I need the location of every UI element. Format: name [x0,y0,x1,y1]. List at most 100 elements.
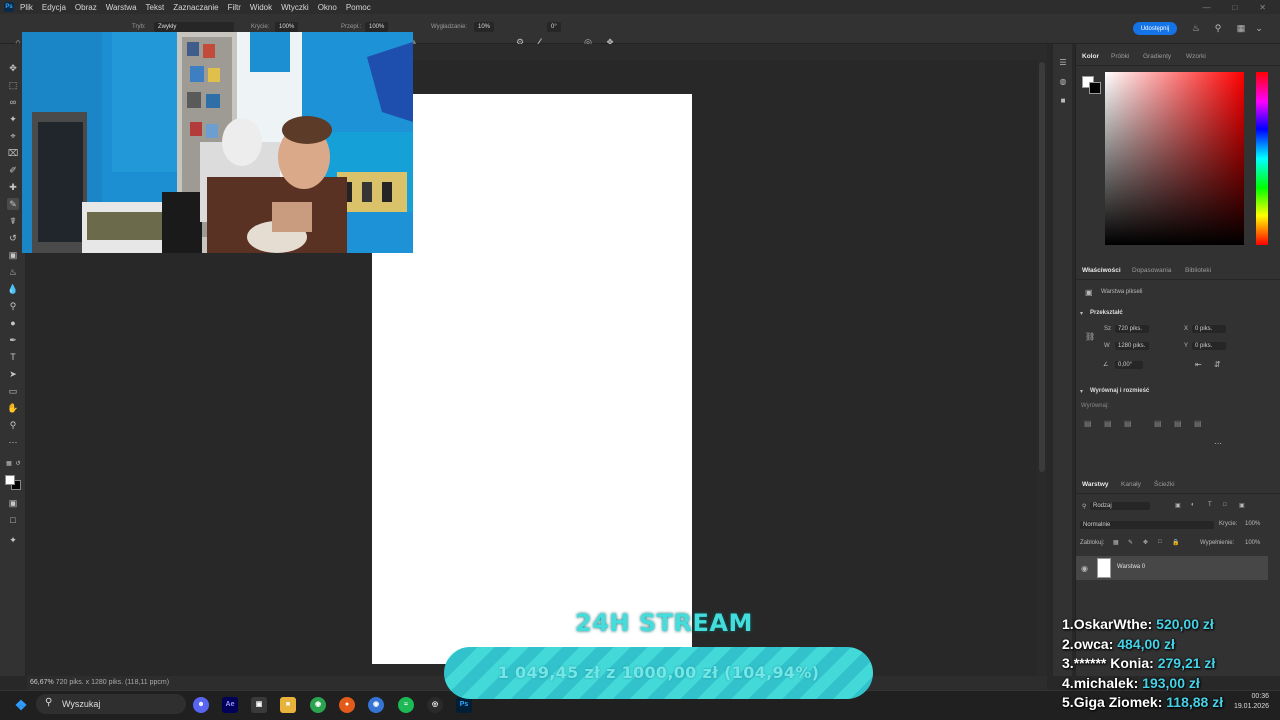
lock-transparency-icon[interactable]: ▦ [1113,539,1119,546]
taskbar-search-input[interactable]: Wyszukaj [36,694,186,714]
filter-smart-object-icon[interactable]: ▣ [1239,502,1245,509]
discord-icon[interactable]: ☻ [193,697,209,713]
file-explorer-icon[interactable]: ■ [280,697,296,713]
menu-filter[interactable]: Filtr [228,3,241,12]
generative-icon[interactable]: ✦ [7,534,19,546]
y-field[interactable]: 0 piks. [1192,342,1226,350]
zoom-tool-icon[interactable]: ⚲ [7,419,19,431]
align-right-icon[interactable]: ▤ [1124,419,1132,428]
menu-image[interactable]: Obraz [75,3,97,12]
hand-tool-icon[interactable]: ✋ [7,402,19,414]
eyedropper-tool-icon[interactable]: ✐ [7,164,19,176]
blend-mode-select[interactable]: Normalnie [1080,521,1214,529]
layer-opacity-field[interactable]: 100% [1245,521,1260,527]
menu-file[interactable]: Plik [20,3,33,12]
pen-tool-icon[interactable]: ✒ [7,334,19,346]
filter-type-icon[interactable]: T [1208,502,1212,508]
marquee-tool-icon[interactable]: ⬚ [7,79,19,91]
fill-field[interactable]: 100% [1245,540,1260,546]
dodge-tool-icon[interactable]: ⚲ [7,300,19,312]
hue-slider[interactable] [1256,72,1268,245]
mode-select[interactable]: Zwykły [154,22,234,32]
eye-icon[interactable]: ◉ [1081,564,1088,573]
document-canvas[interactable] [372,94,692,664]
more-tools-icon[interactable]: ⋯ [7,436,19,448]
x-field[interactable]: 0 piks. [1192,325,1226,333]
more-options-icon[interactable]: ⋯ [1214,439,1222,448]
align-center-icon[interactable]: ▤ [1104,419,1112,428]
comments-icon[interactable]: ■ [1058,96,1068,106]
brush-tool-icon[interactable]: ✎ [7,198,19,210]
flow-field[interactable]: 100% [365,22,389,32]
lock-artboard-icon[interactable]: □ [1158,539,1162,545]
chrome-icon[interactable]: ◉ [310,697,326,713]
photoshop-taskbar-icon[interactable]: Ps [456,697,472,713]
quick-mask-icon[interactable]: ▣ [7,497,19,509]
lock-position-icon[interactable]: ✥ [1143,539,1148,546]
menu-layer[interactable]: Warstwa [106,3,137,12]
menu-select[interactable]: Zaznaczanie [173,3,218,12]
swap-colors-icon[interactable]: ↺ [12,458,24,470]
menu-window[interactable]: Okno [318,3,337,12]
menu-help[interactable]: Pomoc [346,3,371,12]
link-icon[interactable]: ⛓ [1085,332,1095,341]
tab-gradients[interactable]: Gradienty [1143,53,1171,60]
layer-filter-select[interactable]: Rodzaj [1090,502,1150,510]
menu-type[interactable]: Tekst [146,3,165,12]
history-icon[interactable]: ☰ [1058,58,1068,68]
adjustments-icon[interactable]: ◍ [1058,77,1068,87]
rectangle-tool-icon[interactable]: ▭ [7,385,19,397]
bell-icon[interactable]: ♨ [1191,23,1201,33]
search-icon[interactable]: ⚲ [1213,23,1223,33]
tab-swatches[interactable]: Próbki [1111,53,1129,60]
rotation-field[interactable]: 0,00° [1115,361,1143,369]
zoom-level[interactable]: 66,67% [30,679,54,686]
align-left-icon[interactable]: ▤ [1084,419,1092,428]
smoothing-field[interactable]: 10% [474,22,495,32]
lock-all-icon[interactable]: 🔒 [1172,539,1179,546]
menu-view[interactable]: Widok [250,3,272,12]
store-icon[interactable]: ▣ [251,697,267,713]
transform-section-title[interactable]: Przekształć [1090,310,1123,316]
path-selection-tool-icon[interactable]: ➤ [7,368,19,380]
menu-edit[interactable]: Edycja [42,3,66,12]
align-bottom-icon[interactable]: ▤ [1194,419,1202,428]
object-selection-tool-icon[interactable]: ✦ [7,113,19,125]
tab-layers[interactable]: Warstwy [1082,481,1109,488]
tab-properties[interactable]: Właściwości [1082,267,1121,274]
tab-paths[interactable]: Ścieżki [1154,481,1175,488]
share-button[interactable]: Udostępnij [1133,22,1177,35]
windows-start-icon[interactable]: ❖ [13,697,29,713]
eraser-tool-icon[interactable]: ▣ [7,249,19,261]
width-field[interactable]: 720 piks. [1115,325,1149,333]
opacity-field[interactable]: 100% [275,22,299,32]
align-section-title[interactable]: Wyrównaj i rozmieść [1090,388,1149,394]
minimize-icon[interactable]: — [1202,3,1210,12]
chevron-down-icon[interactable]: ▾ [1080,310,1083,317]
workspace-icon[interactable]: ▦ [1236,23,1246,33]
foreground-color-swatch[interactable] [5,475,15,485]
tab-libraries[interactable]: Biblioteki [1185,267,1211,274]
filter-pixel-icon[interactable]: ▣ [1175,502,1181,509]
align-top-icon[interactable]: ▤ [1154,419,1162,428]
healing-brush-tool-icon[interactable]: ✚ [7,181,19,193]
firefox-icon[interactable]: ● [339,697,355,713]
tab-color[interactable]: Kolor [1082,53,1099,60]
chevron-down-icon[interactable]: ▾ [1080,388,1083,395]
crop-tool-icon[interactable]: ⌖ [7,130,19,142]
angle-field[interactable]: 0° [547,22,561,32]
tab-channels[interactable]: Kanały [1121,481,1141,488]
lasso-tool-icon[interactable]: ∞ [7,96,19,108]
tab-patterns[interactable]: Wzorki [1186,53,1206,60]
lock-pixels-icon[interactable]: ✎ [1128,539,1133,546]
frame-tool-icon[interactable]: ⌧ [7,147,19,159]
height-field[interactable]: 1280 piks. [1115,342,1149,350]
filter-shape-icon[interactable]: □ [1223,502,1227,508]
maximize-icon[interactable]: □ [1232,3,1237,12]
align-middle-icon[interactable]: ▤ [1174,419,1182,428]
close-icon[interactable]: ✕ [1259,3,1266,12]
history-brush-tool-icon[interactable]: ↺ [7,232,19,244]
layer-name[interactable]: Warstwa 0 [1117,564,1145,570]
tab-adjustments[interactable]: Dopasowania [1132,267,1171,274]
obs-icon[interactable]: ◎ [427,697,443,713]
